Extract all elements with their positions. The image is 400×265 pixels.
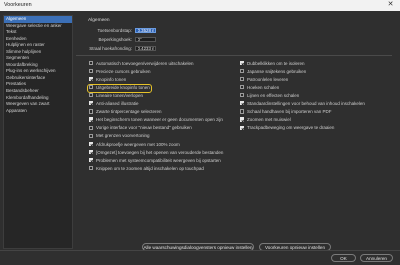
option-checkbox[interactable]	[89, 101, 94, 106]
option-label: Patroonlelen leveren	[247, 76, 289, 82]
keyboard-increment-row: Toetsenbordstap:	[76, 27, 176, 34]
option-checkbox[interactable]	[240, 68, 245, 74]
separator	[76, 55, 392, 56]
option-label: Lineaire tonen/verlopen	[96, 92, 144, 98]
constrain-angle-input[interactable]	[135, 36, 156, 42]
option-checkbox[interactable]	[89, 109, 94, 114]
option-checkbox[interactable]	[89, 149, 94, 155]
corner-radius-row: Straal hoekafronding:	[76, 45, 176, 52]
constrain-angle-label: Beperkingshoek:	[98, 37, 132, 42]
option-label: Het beginscherm tonen wanneer er geen do…	[96, 117, 223, 123]
option-checkbox[interactable]	[240, 101, 245, 106]
option-checkbox[interactable]	[240, 125, 245, 130]
option-checkbox[interactable]	[89, 76, 94, 82]
option-label: Precieze cursors gebruiken	[96, 68, 151, 74]
option-label: Lijnen en effecten schalen	[247, 92, 300, 98]
constrain-angle-row: Beperkingshoek:	[76, 36, 176, 43]
option-label: Met grenzen voorvertoning	[96, 133, 150, 139]
ok-button[interactable]: OK	[331, 254, 356, 262]
option-label: Zwarte tintpercentage selecteren	[96, 109, 162, 115]
option-label: Anti-aliased illustratie	[96, 101, 139, 106]
option-checkbox[interactable]	[89, 93, 94, 98]
keyboard-increment-label: Toetsenbordstap:	[97, 28, 132, 33]
general-panel: Algemeen Toetsenbordstap: Beperkingshoek…	[76, 15, 396, 255]
corner-radius-label: Straal hoekafronding:	[89, 46, 132, 51]
option-label: Hoeken schalen	[247, 84, 280, 90]
option-checkbox[interactable]	[89, 60, 94, 65]
option-label: Zoomen met muiswiel	[247, 117, 291, 123]
option-label: [Omgezet] toevoegen bij het openen van v…	[96, 149, 224, 155]
option-checkbox[interactable]	[240, 60, 245, 65]
option-checkbox[interactable]	[89, 166, 94, 171]
option-label: Schaal handhaven bij importeren van PDF	[247, 109, 332, 115]
option-checkbox[interactable]	[89, 68, 94, 74]
window-close-icon[interactable]: ✕	[386, 1, 395, 9]
option-label: Dubbelklikken om te isoleren	[247, 60, 305, 66]
option-checkbox[interactable]	[89, 125, 94, 130]
option-label: Standaardinstellingen voor behoud van in…	[247, 101, 365, 106]
option-checkbox[interactable]	[240, 76, 245, 82]
option-checkbox[interactable]	[89, 85, 94, 90]
preferences-sidebar: Algemeen Weergave selectie en anker Tekst E…	[3, 15, 73, 249]
window-title: Voorkeuren	[4, 2, 32, 8]
section-title: Algemeen	[88, 18, 110, 23]
cancel-button[interactable]: Annuleren	[360, 254, 393, 262]
option-checkbox[interactable]	[240, 117, 245, 122]
sidebar-item[interactable]: Apparaten	[4, 108, 72, 115]
option-label: Automatisch toevoegen/verwijderen uitsch…	[96, 60, 194, 66]
footer-separator	[0, 250, 400, 251]
option-checkbox[interactable]	[240, 85, 245, 90]
option-checkbox[interactable]	[89, 117, 94, 122]
preferences-dialog: Algemeen Weergave selectie en anker Tekst E…	[0, 11, 400, 265]
option-label: Knopinfo tonen	[96, 76, 127, 82]
option-label: Knippen om te zoomen altijd inschakelen …	[96, 165, 204, 171]
option-checkbox[interactable]	[89, 141, 94, 146]
option-checkbox[interactable]	[89, 133, 94, 138]
option-checkbox[interactable]	[240, 109, 245, 114]
option-label: Japanse snijtekens gebruiken	[247, 68, 307, 74]
keyboard-increment-input[interactable]	[135, 27, 156, 33]
option-label: Uitgebreide knopinfo tonen	[96, 84, 150, 90]
option-label: Vorige interface voor "nieuw bestand" ge…	[96, 125, 192, 131]
option-label: Trackpadbeweging om weergave te draaien	[247, 125, 335, 131]
option-checkbox[interactable]	[240, 93, 245, 98]
option-label: Afdrukproefje weergeven met 100% zoom	[96, 141, 180, 147]
option-checkbox[interactable]	[89, 157, 94, 163]
corner-radius-input[interactable]	[135, 45, 156, 51]
option-label: Problemen met systeemcompatibiliteit wee…	[96, 157, 221, 163]
